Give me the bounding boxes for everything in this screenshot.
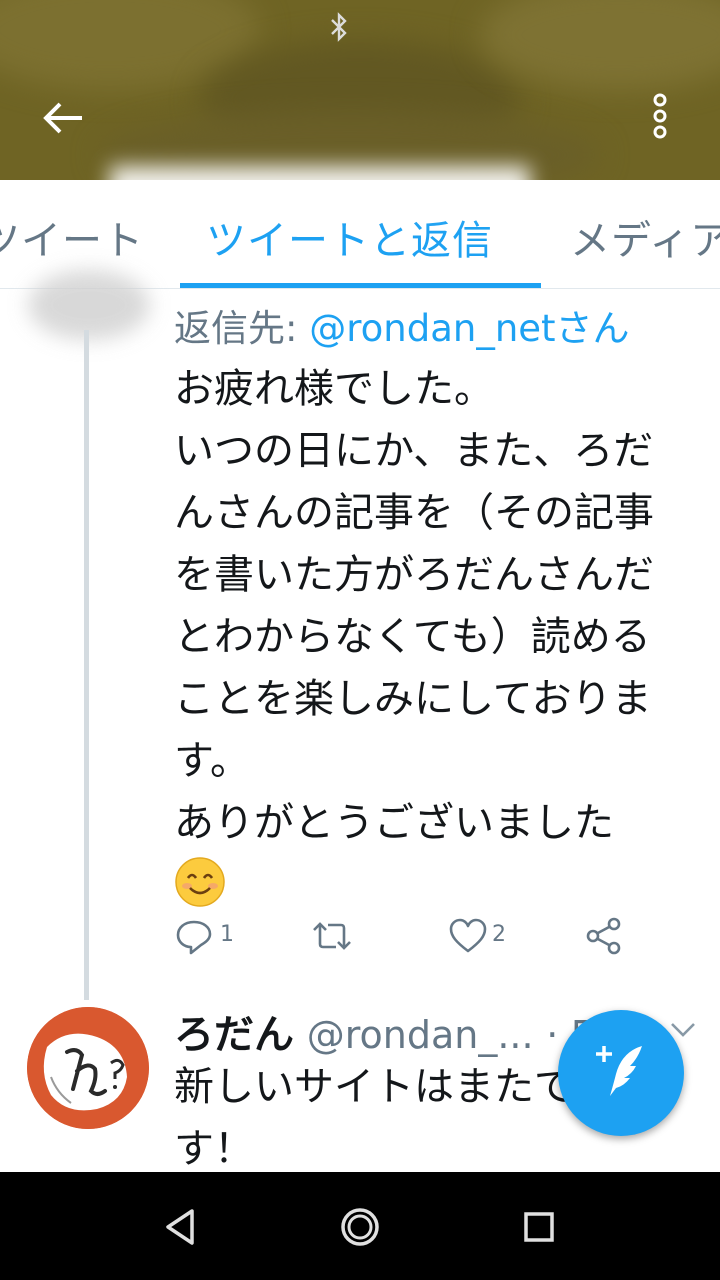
tweet-text: お疲れ様でした。 いつの日にか、また、ろだ んさんの記事を（その記事 を書いた方… bbox=[174, 358, 704, 926]
nav-recents-icon[interactable] bbox=[514, 1202, 564, 1252]
system-nav-bar bbox=[0, 1172, 720, 1280]
back-arrow-icon[interactable] bbox=[34, 92, 92, 144]
header-fade bbox=[110, 166, 530, 206]
nav-home-icon[interactable] bbox=[335, 1202, 385, 1252]
reply-count: 1 bbox=[220, 922, 234, 947]
smile-emoji: 😊 bbox=[174, 856, 704, 926]
compose-tweet-button[interactable] bbox=[558, 1010, 684, 1136]
reply-to-prefix: 返信先: bbox=[174, 307, 310, 350]
reply-to-label: 返信先: @rondan_netさん bbox=[174, 298, 630, 352]
tweet-text-line: ことを楽しみにしておりま bbox=[174, 676, 652, 722]
display-name[interactable]: ろだん bbox=[174, 1012, 294, 1058]
reply-icon bbox=[176, 920, 212, 955]
rondan-logo-icon bbox=[27, 1007, 149, 1129]
tab-media[interactable]: メディア bbox=[570, 208, 720, 266]
tweet-text-line: いつの日にか、また、ろだ bbox=[174, 428, 654, 474]
more-vertical-icon[interactable] bbox=[640, 90, 680, 146]
tweet-text-line: ありがとうございました bbox=[174, 800, 614, 846]
retweet-icon bbox=[313, 922, 351, 950]
bluetooth-icon bbox=[331, 12, 347, 42]
share-icon bbox=[586, 917, 621, 955]
profile-header-banner bbox=[0, 0, 720, 180]
nav-back-icon[interactable] bbox=[156, 1202, 206, 1252]
tweet-text-line: を書いた方がろだんさんだ bbox=[174, 552, 654, 598]
like-icon bbox=[449, 918, 487, 953]
tweet-text-line: す。 bbox=[174, 738, 250, 784]
active-tab-indicator bbox=[180, 283, 541, 288]
like-count: 2 bbox=[492, 922, 506, 947]
reply-to-handle-link[interactable]: @rondan_netさん bbox=[309, 307, 629, 350]
tweet-text-line: お疲れ様でした。 bbox=[174, 366, 494, 412]
user-handle[interactable]: @rondan_... bbox=[307, 1013, 534, 1057]
avatar[interactable] bbox=[28, 270, 150, 340]
tab-tweets[interactable]: ツイート bbox=[0, 208, 144, 266]
compose-feather-icon bbox=[596, 1046, 642, 1096]
tab-tweets-and-replies[interactable]: ツイートと返信 bbox=[206, 208, 493, 266]
tweet-text-line: んさんの記事を（その記事 bbox=[174, 490, 654, 536]
avatar[interactable] bbox=[27, 1007, 149, 1129]
thread-line bbox=[84, 330, 89, 1000]
tweet-text-line: とわからなくても）読める bbox=[174, 614, 651, 660]
